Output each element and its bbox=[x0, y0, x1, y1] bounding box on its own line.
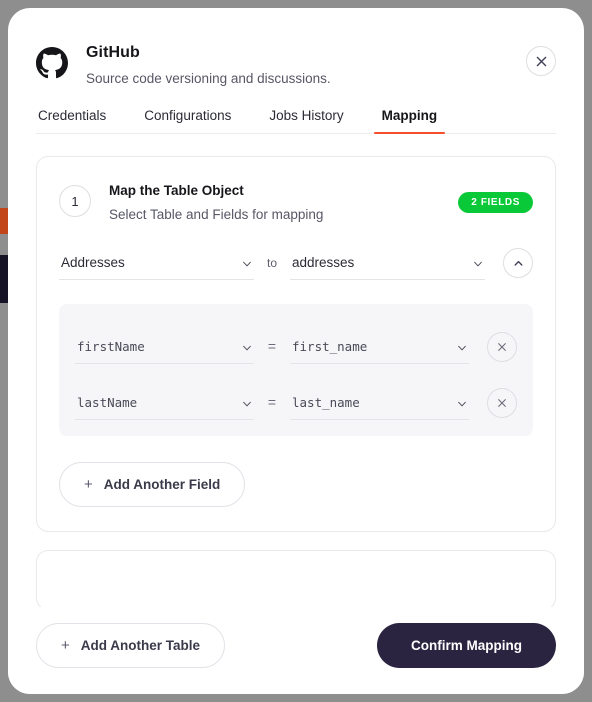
tab-mapping[interactable]: Mapping bbox=[373, 108, 445, 134]
remove-field-button-0[interactable] bbox=[487, 332, 517, 362]
chevron-up-icon bbox=[514, 260, 522, 266]
add-another-field-button[interactable]: + Add Another Field bbox=[59, 462, 246, 507]
field-mapping-row: firstName = first_name bbox=[75, 332, 517, 364]
source-table-value: Addresses bbox=[61, 255, 125, 270]
target-field-select-1[interactable]: last_name bbox=[290, 395, 469, 420]
chevron-down-icon bbox=[458, 345, 466, 351]
mapping-card: 1 Map the Table Object Select Table and … bbox=[36, 156, 556, 532]
step-text: Map the Table Object Select Table and Fi… bbox=[109, 183, 458, 222]
table-mapping-row: Addresses to addresses bbox=[59, 248, 533, 280]
target-table-value: addresses bbox=[292, 255, 355, 270]
add-another-table-label: Add Another Table bbox=[80, 638, 201, 653]
close-button[interactable] bbox=[526, 46, 556, 76]
table-separator-label: to bbox=[266, 256, 277, 270]
chevron-down-icon bbox=[243, 345, 251, 351]
step-number-badge: 1 bbox=[59, 185, 91, 217]
close-icon bbox=[536, 56, 546, 66]
remove-field-button-1[interactable] bbox=[487, 388, 517, 418]
close-icon bbox=[498, 399, 506, 407]
next-mapping-card-partial bbox=[36, 550, 556, 607]
tab-configurations[interactable]: Configurations bbox=[142, 108, 233, 133]
target-table-select[interactable]: addresses bbox=[290, 255, 485, 280]
app-title: GitHub bbox=[86, 44, 140, 61]
target-field-value-1: last_name bbox=[292, 395, 360, 410]
close-icon bbox=[498, 343, 506, 351]
field-mapping-row: lastName = last_name bbox=[75, 388, 517, 420]
field-separator-label-0: = bbox=[267, 338, 277, 354]
target-field-select-0[interactable]: first_name bbox=[290, 339, 469, 364]
modal-header: GitHub Source code versioning and discus… bbox=[8, 8, 584, 86]
step-subtitle: Select Table and Fields for mapping bbox=[109, 207, 324, 222]
app-subtitle: Source code versioning and discussions. bbox=[86, 71, 331, 86]
tabs-bar: Credentials Configurations Jobs History … bbox=[8, 108, 584, 134]
source-field-select-0[interactable]: firstName bbox=[75, 339, 254, 364]
github-logo-icon bbox=[36, 47, 68, 79]
add-field-area: + Add Another Field bbox=[59, 462, 533, 507]
add-another-field-label: Add Another Field bbox=[103, 477, 221, 492]
plus-icon: + bbox=[84, 476, 93, 493]
target-field-value-0: first_name bbox=[292, 339, 368, 354]
app-info: GitHub Source code versioning and discus… bbox=[86, 38, 526, 86]
collapse-table-button[interactable] bbox=[503, 248, 533, 278]
tab-credentials[interactable]: Credentials bbox=[36, 108, 108, 133]
modal-body-scroll[interactable]: 1 Map the Table Object Select Table and … bbox=[8, 134, 584, 607]
fields-count-badge: 2 FIELDS bbox=[458, 192, 533, 213]
chevron-down-icon bbox=[243, 401, 251, 407]
chevron-down-icon bbox=[243, 261, 251, 267]
source-table-select[interactable]: Addresses bbox=[59, 255, 254, 280]
chevron-down-icon bbox=[458, 401, 466, 407]
field-mappings-panel: firstName = first_name lastName = last_n… bbox=[59, 304, 533, 436]
add-another-table-button[interactable]: + Add Another Table bbox=[36, 623, 226, 668]
source-field-value-1: lastName bbox=[77, 395, 138, 410]
step-title: Map the Table Object bbox=[109, 183, 244, 198]
source-field-select-1[interactable]: lastName bbox=[75, 395, 254, 420]
chevron-down-icon bbox=[474, 261, 482, 267]
confirm-mapping-button[interactable]: Confirm Mapping bbox=[377, 623, 556, 668]
plus-icon: + bbox=[61, 637, 70, 654]
mapping-card-header: 1 Map the Table Object Select Table and … bbox=[59, 183, 533, 222]
tab-jobs-history[interactable]: Jobs History bbox=[267, 108, 345, 133]
field-separator-label-1: = bbox=[267, 394, 277, 410]
source-field-value-0: firstName bbox=[77, 339, 145, 354]
modal-footer: + Add Another Table Confirm Mapping bbox=[8, 607, 584, 694]
integration-modal: GitHub Source code versioning and discus… bbox=[8, 8, 584, 694]
